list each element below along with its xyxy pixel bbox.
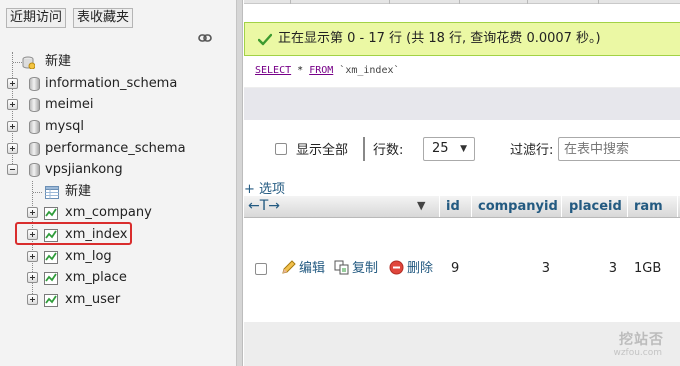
collapse-minus-icon[interactable] [7, 164, 18, 175]
tree-item-new-table[interactable]: 新建 [0, 182, 236, 202]
tree-item-table[interactable]: xm_place [0, 268, 236, 288]
database-icon [29, 163, 40, 177]
link-with-main-panel-icon[interactable] [198, 33, 212, 43]
sql-keyword-from[interactable]: FROM [309, 65, 333, 76]
column-header-companyid[interactable]: companyid [478, 196, 558, 217]
cell-companyid: 3 [541, 261, 550, 276]
tree-item-label: 新建 [45, 54, 72, 69]
show-all-label[interactable]: 显示全部 [296, 139, 348, 158]
cell-id: 9 [451, 261, 460, 276]
copy-icon [334, 260, 349, 275]
tree-item-label: mysql [45, 119, 84, 134]
chevron-down-icon: ▼ [460, 144, 467, 154]
copy-label: 复制 [352, 261, 379, 276]
sql-toolbar [244, 88, 680, 120]
cell-placeid: 3 [608, 261, 617, 276]
pencil-icon [282, 260, 296, 274]
navigation-panel: 近期访问 表收藏夹 新建 information_schema meimei m… [0, 0, 236, 366]
expand-plus-icon[interactable] [27, 272, 38, 283]
top-menu-strip [244, 0, 680, 4]
rows-per-page-select[interactable]: 25 ▼ [423, 137, 475, 161]
tree-item-database-expanded[interactable]: vpsjiankong [0, 160, 236, 180]
copy-row-button[interactable]: 复制 [334, 260, 378, 278]
tab-recent[interactable]: 近期访问 [6, 8, 67, 28]
sql-query-box: SELECT * FROM `xm_index` [244, 56, 680, 88]
sql-keyword-select[interactable]: SELECT [255, 65, 291, 76]
watermark-url: wzfou.com [613, 348, 662, 358]
sql-query-text: SELECT * FROM `xm_index` [255, 65, 400, 76]
navigation-controls: 显示全部 行数: 25 ▼ 过滤行: [244, 120, 680, 176]
tab-favorites[interactable]: 表收藏夹 [73, 8, 134, 28]
tree-item-new-database[interactable]: 新建 [0, 52, 236, 72]
expand-plus-icon[interactable] [27, 294, 38, 305]
tree-item-label: information_schema [45, 76, 178, 91]
sort-triangle-icon[interactable]: ▼ [417, 199, 425, 212]
filter-rows-label: 过滤行: [510, 143, 554, 158]
delete-icon [389, 260, 404, 275]
tree-item-database[interactable]: mysql [0, 117, 236, 137]
tree-item-database[interactable]: meimei [0, 95, 236, 115]
cell-ram: 1GB [634, 261, 662, 276]
expand-plus-icon[interactable] [7, 99, 18, 110]
filter-rows-input[interactable] [558, 137, 680, 161]
table-structure-icon [44, 272, 58, 285]
edit-label: 编辑 [299, 261, 326, 276]
column-header-placeid[interactable]: placeid [569, 196, 622, 217]
column-header-ram[interactable]: ram [634, 196, 663, 217]
tree-item-table[interactable]: xm_log [0, 247, 236, 267]
tree-item-label: xm_place [65, 270, 127, 285]
tree-item-database[interactable]: performance_schema [0, 139, 236, 159]
panel-resize-handle[interactable] [236, 0, 243, 366]
column-arrows-icon[interactable]: ←T→ [248, 196, 280, 216]
expand-plus-icon[interactable] [7, 121, 18, 132]
check-icon [258, 33, 272, 46]
tree-item-label: xm_user [65, 292, 121, 307]
expand-plus-icon[interactable] [27, 207, 38, 218]
success-message-text: 正在显示第 0 - 17 行 (共 18 行, 查询花费 0.0007 秒。) [278, 31, 601, 46]
separator [363, 137, 365, 161]
table-structure-icon [44, 251, 58, 264]
rows-label: 行数: [373, 143, 404, 158]
database-icon [29, 77, 40, 91]
table-structure-icon [44, 207, 58, 220]
sql-operator: * [291, 65, 310, 76]
options-link[interactable]: + 选项 [244, 178, 285, 197]
table-row: 编辑 复制 删除 9 3 3 1GB [244, 218, 680, 322]
new-database-icon [22, 56, 35, 69]
edit-row-button[interactable]: 编辑 [281, 260, 325, 278]
expand-plus-icon[interactable] [7, 78, 18, 89]
database-icon [29, 142, 40, 156]
column-header-id[interactable]: id [446, 196, 460, 217]
tree-item-database[interactable]: information_schema [0, 74, 236, 94]
table-structure-icon [44, 294, 58, 307]
rows-select-value: 25 [432, 141, 449, 156]
tree-item-label: meimei [45, 97, 94, 112]
database-icon [29, 98, 40, 112]
tree-item-label: xm_log [65, 249, 112, 264]
database-icon [29, 120, 40, 134]
expand-plus-icon[interactable] [7, 143, 18, 154]
tree-item-table[interactable]: xm_user [0, 290, 236, 310]
new-table-icon [45, 186, 59, 199]
watermark-title: 挖站否 [619, 332, 664, 348]
tree-item-label: 新建 [65, 184, 92, 199]
show-all-checkbox[interactable] [275, 143, 287, 155]
delete-row-button[interactable]: 删除 [389, 260, 433, 278]
row-select-checkbox[interactable] [255, 263, 267, 275]
watermark: 挖站否 wzfou.com [608, 329, 666, 363]
expand-plus-icon[interactable] [27, 251, 38, 262]
tree-item-label: xm_company [65, 205, 152, 220]
results-table-header: ←T→ ▼ id companyid placeid ram [244, 196, 680, 218]
tree-item-label: performance_schema [45, 141, 186, 156]
query-success-message: 正在显示第 0 - 17 行 (共 18 行, 查询花费 0.0007 秒。) [244, 22, 680, 56]
sql-table-name: `xm_index` [333, 65, 400, 76]
annotation-highlight-box [15, 222, 132, 245]
tree-item-table[interactable]: xm_company [0, 203, 236, 223]
delete-label: 删除 [407, 261, 434, 276]
tree-item-label: vpsjiankong [45, 162, 123, 177]
